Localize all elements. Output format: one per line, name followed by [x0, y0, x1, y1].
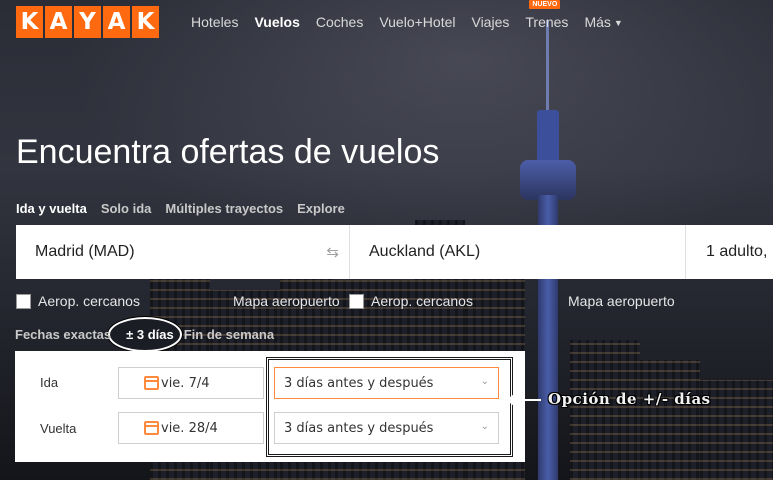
new-badge: NUEVO — [529, 0, 561, 9]
tab-fin-de-semana[interactable]: Fin de semana — [184, 327, 274, 342]
nav-item-vuelos[interactable]: Vuelos — [254, 14, 299, 30]
destination-value: Auckland (AKL) — [369, 243, 481, 260]
destination-field[interactable]: Auckland (AKL) — [350, 225, 686, 279]
logo-letter: A — [103, 6, 130, 38]
annotation-label: Opción de +/- días — [548, 390, 711, 408]
tab-explore[interactable]: Explore — [297, 201, 345, 216]
logo-letter: K — [132, 6, 159, 38]
passengers-field[interactable]: 1 adulto, — [686, 225, 773, 279]
nav-item-trenes[interactable]: NUEVO Trenes — [525, 0, 569, 30]
page-title: Encuentra ofertas de vuelos — [16, 133, 440, 171]
logo-letter: K — [16, 6, 43, 38]
chevron-down-icon: ▼ — [613, 18, 623, 28]
highlight-box — [266, 357, 513, 457]
calendar-icon — [144, 376, 159, 390]
tab-solo-ida[interactable]: Solo ida — [101, 201, 152, 216]
tab-multiples-trayectos[interactable]: Múltiples trayectos — [165, 201, 283, 216]
main-nav: Hoteles Vuelos Coches Vuelo+Hotel Viajes… — [191, 0, 639, 30]
tab-fechas-exactas[interactable]: Fechas exactas — [15, 327, 111, 342]
nearby-origin-label: Aerop. cercanos — [38, 293, 140, 309]
building — [640, 360, 700, 480]
nearby-origin-option[interactable]: Aerop. cercanos — [16, 293, 140, 309]
kayak-logo[interactable]: K A Y A K — [16, 6, 159, 38]
return-date-value: vie. 28/4 — [161, 420, 218, 436]
map-origin-link[interactable]: Mapa aeropuerto — [233, 293, 340, 309]
nearby-dest-option[interactable]: Aerop. cercanos — [349, 293, 473, 309]
swap-arrows-icon[interactable]: ⇆ — [326, 243, 339, 261]
nearby-dest-checkbox[interactable] — [349, 293, 364, 309]
origin-field[interactable]: Madrid (MAD) ⇆ — [16, 225, 350, 279]
nav-item-viajes[interactable]: Viajes — [471, 14, 509, 30]
map-dest-link[interactable]: Mapa aeropuerto — [568, 293, 675, 309]
nav-item-hoteles[interactable]: Hoteles — [191, 14, 238, 30]
date-mode-tabs: Fechas exactas ± 3 días Fin de semana — [15, 327, 274, 342]
depart-label: Ida — [40, 375, 59, 390]
sky-tower-pod — [520, 160, 576, 200]
tab-flex-days[interactable]: ± 3 días — [126, 327, 174, 342]
logo-letter: Y — [74, 6, 101, 38]
logo-letter: A — [45, 6, 72, 38]
return-date-field[interactable]: vie. 28/4 — [118, 412, 264, 444]
nav-item-coches[interactable]: Coches — [316, 14, 363, 30]
nav-item-mas[interactable]: Más ▼ — [584, 14, 622, 30]
arrow-line — [511, 399, 541, 401]
nav-item-label: Más — [584, 14, 611, 30]
origin-value: Madrid (MAD) — [35, 243, 135, 260]
return-label: Vuelta — [40, 421, 77, 436]
building — [570, 340, 640, 480]
nav-item-label: Trenes — [525, 14, 569, 30]
trip-type-tabs: Ida y vuelta Solo ida Múltiples trayecto… — [16, 201, 345, 216]
depart-date-field[interactable]: vie. 7/4 — [118, 367, 264, 399]
nearby-dest-label: Aerop. cercanos — [371, 293, 473, 309]
nearby-origin-checkbox[interactable] — [16, 293, 31, 309]
depart-date-value: vie. 7/4 — [161, 375, 210, 391]
flight-search-form: Madrid (MAD) ⇆ Auckland (AKL) 1 adulto, — [16, 225, 773, 279]
tab-ida-y-vuelta[interactable]: Ida y vuelta — [16, 201, 87, 216]
passengers-value: 1 adulto, — [706, 243, 768, 260]
nav-item-vuelo-hotel[interactable]: Vuelo+Hotel — [379, 14, 455, 30]
calendar-icon — [144, 421, 159, 435]
